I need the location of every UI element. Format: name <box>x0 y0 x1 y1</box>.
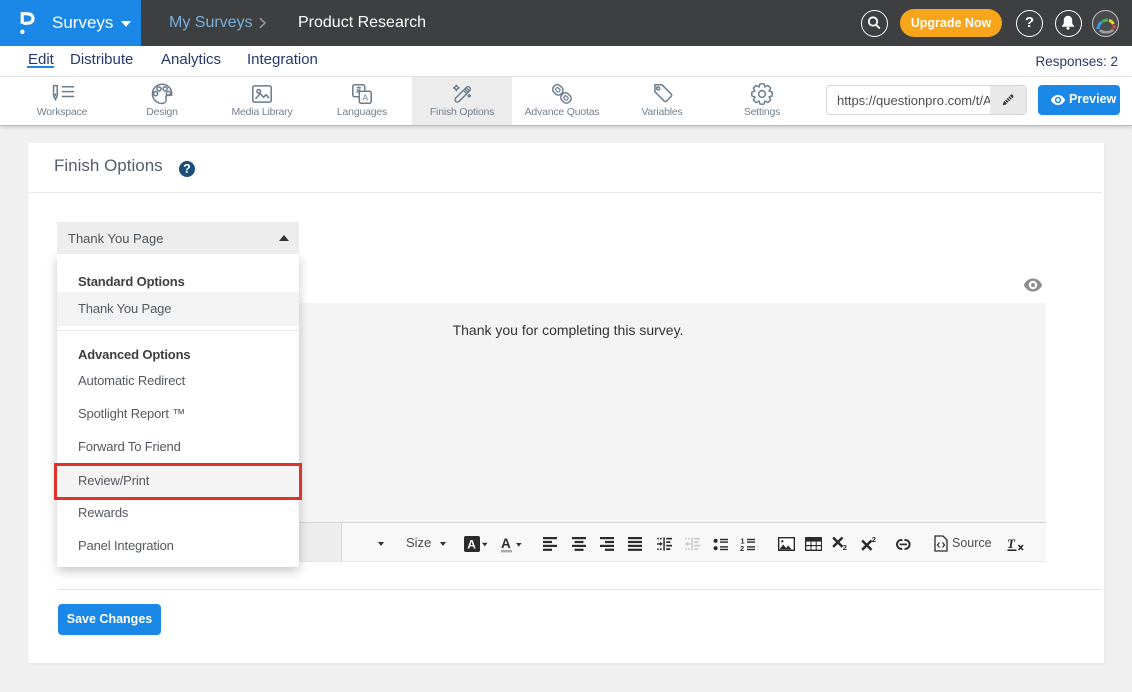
svg-text:T: T <box>1007 536 1016 551</box>
svg-text:A: A <box>501 536 511 551</box>
svg-text:2: 2 <box>740 544 744 551</box>
svg-text:2: 2 <box>872 535 876 544</box>
svg-text:A: A <box>467 538 476 552</box>
svg-text:2: 2 <box>843 543 847 551</box>
svg-text:A: A <box>362 92 368 102</box>
